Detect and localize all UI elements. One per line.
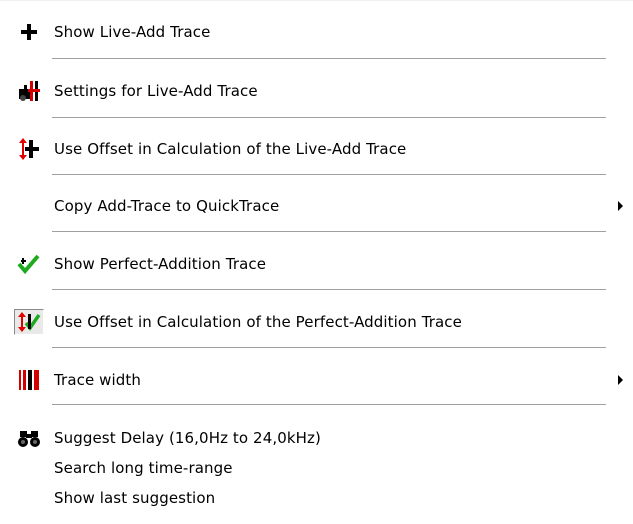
menu-item-label: Show Live-Add Trace — [54, 23, 211, 41]
green-check-icon — [14, 251, 44, 277]
context-menu: Show Live-Add Trace Settings for Live-Ad… — [0, 0, 633, 524]
menu-item-label: Copy Add-Trace to QuickTrace — [54, 197, 280, 215]
menu-separator — [52, 289, 606, 291]
menu-item-label: Show Perfect-Addition Trace — [54, 255, 267, 273]
menu-separator — [52, 231, 606, 233]
menu-separator — [52, 58, 606, 60]
menu-item-show-perfect-addition[interactable]: Show Perfect-Addition Trace — [8, 246, 633, 282]
menu-item-label: Suggest Delay (16,0Hz to 24,0kHz) — [54, 429, 321, 447]
menu-item-label: Search long time-range — [54, 459, 233, 477]
menu-item-trace-width[interactable]: Trace width — [8, 362, 633, 398]
offset-plus-icon — [14, 136, 44, 162]
empty-icon-slot — [14, 485, 44, 511]
empty-icon-slot — [14, 455, 44, 481]
menu-item-show-live-add-trace[interactable]: Show Live-Add Trace — [8, 14, 633, 50]
menu-item-label: Use Offset in Calculation of the Perfect… — [54, 313, 462, 331]
trace-width-icon — [14, 367, 44, 393]
menu-separator — [52, 117, 606, 119]
menu-item-search-long-time-range[interactable]: Search long time-range — [8, 455, 633, 481]
menu-item-copy-add-trace[interactable]: Copy Add-Trace to QuickTrace — [8, 188, 633, 224]
menu-item-label: Use Offset in Calculation of the Live-Ad… — [54, 140, 407, 158]
submenu-arrow-icon — [618, 201, 623, 211]
menu-item-label: Show last suggestion — [54, 489, 216, 507]
offset-check-icon — [14, 309, 44, 335]
menu-separator — [52, 347, 606, 349]
menu-item-use-offset-perfect-addition[interactable]: Use Offset in Calculation of the Perfect… — [8, 304, 633, 340]
menu-separator — [52, 174, 606, 176]
menu-top-edge — [0, 0, 633, 1]
submenu-arrow-icon — [618, 375, 623, 385]
settings-trace-icon — [14, 78, 44, 104]
binoculars-icon — [14, 425, 44, 451]
menu-item-label: Trace width — [54, 371, 142, 389]
empty-icon-slot — [14, 193, 44, 219]
menu-separator — [52, 404, 606, 406]
menu-item-suggest-delay[interactable]: Suggest Delay (16,0Hz to 24,0kHz) — [8, 425, 633, 451]
plus-icon — [14, 19, 44, 45]
menu-item-show-last-suggestion[interactable]: Show last suggestion — [8, 485, 633, 511]
menu-item-use-offset-live-add[interactable]: Use Offset in Calculation of the Live-Ad… — [8, 131, 633, 167]
menu-item-settings-live-add-trace[interactable]: Settings for Live-Add Trace — [8, 73, 633, 109]
menu-item-label: Settings for Live-Add Trace — [54, 82, 258, 100]
